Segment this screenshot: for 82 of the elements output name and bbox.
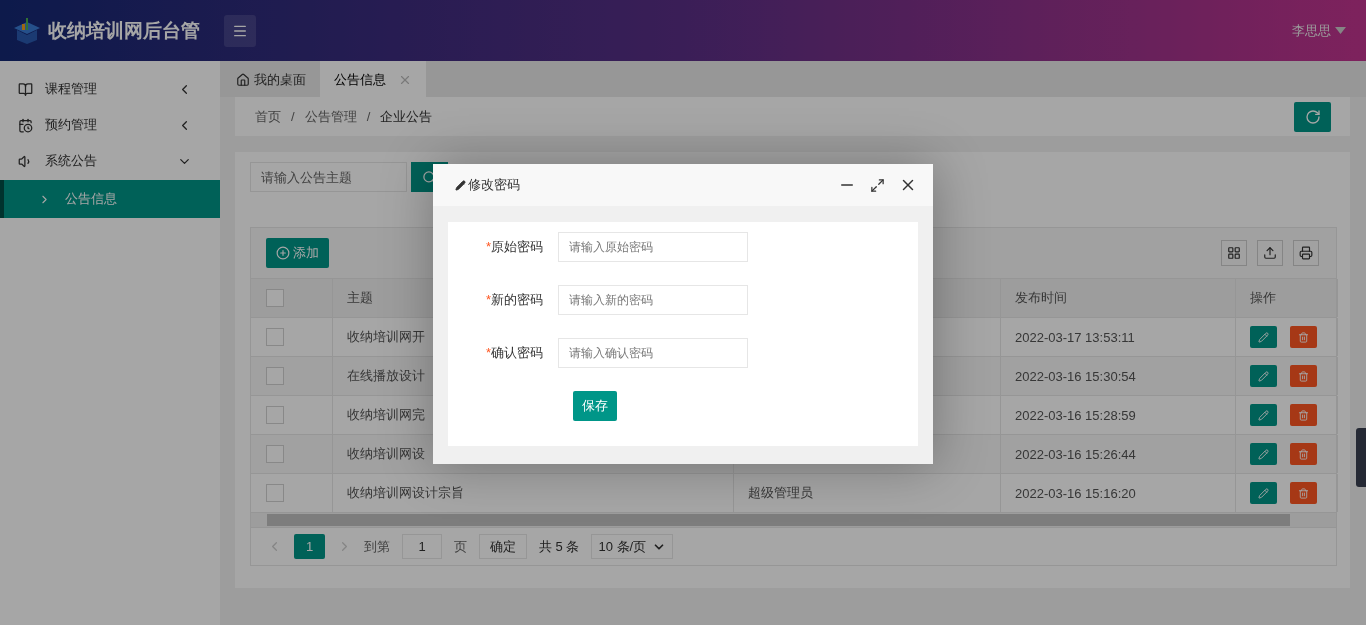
print-button[interactable] xyxy=(1293,240,1319,266)
page-label: 页 xyxy=(454,537,467,556)
total-count: 共 5 条 xyxy=(539,537,580,556)
delete-button[interactable] xyxy=(1290,365,1317,387)
table-cell: 收纳培训网设计宗旨 xyxy=(347,484,464,502)
edit-button[interactable] xyxy=(1250,365,1277,387)
table-cell: 收纳培训网完 xyxy=(347,406,425,424)
page-size-select[interactable]: 10 条/页 xyxy=(591,534,674,559)
table-cell: 2022-03-16 15:26:44 xyxy=(1015,446,1136,462)
pencil-icon xyxy=(1258,487,1269,499)
breadcrumb-link[interactable]: 企业公告 xyxy=(380,107,433,126)
column-header: 操作 xyxy=(1236,279,1338,317)
print-icon xyxy=(1299,246,1313,260)
book-icon xyxy=(18,81,33,97)
dialog-title: 修改密码 xyxy=(468,176,520,194)
refresh-button[interactable] xyxy=(1294,101,1331,132)
sidebar-item[interactable]: 预约管理 xyxy=(0,107,220,143)
table-cell: 2022-03-16 15:30:54 xyxy=(1015,368,1136,384)
goto-label: 到第 xyxy=(364,537,390,556)
maximize-icon[interactable] xyxy=(870,177,885,193)
page-input[interactable]: 1 xyxy=(402,534,442,559)
calendar-icon xyxy=(18,117,33,133)
delete-button[interactable] xyxy=(1290,404,1317,426)
checkbox[interactable] xyxy=(266,367,284,385)
checkbox[interactable] xyxy=(266,445,284,463)
edit-button[interactable] xyxy=(1250,443,1277,465)
table-cell: 2022-03-16 15:28:59 xyxy=(1015,407,1136,423)
table-cell: 2022-03-16 15:16:20 xyxy=(1015,485,1136,501)
horizontal-scrollbar[interactable] xyxy=(251,513,1336,527)
field-label: *新的密码 xyxy=(484,291,544,309)
confirm-button[interactable]: 确定 xyxy=(479,534,527,559)
column-header: 发布时间 xyxy=(1001,279,1236,317)
pencil-icon xyxy=(1258,331,1269,343)
pencil-icon xyxy=(1258,409,1269,421)
save-button[interactable]: 保存 xyxy=(573,391,617,421)
pencil-icon xyxy=(1258,370,1269,382)
table-cell: 收纳培训网开 xyxy=(347,328,425,346)
table-cell: 超级管理员 xyxy=(748,484,813,502)
grid-icon xyxy=(1227,246,1241,260)
breadcrumb-separator: / xyxy=(291,109,295,124)
delete-button[interactable] xyxy=(1290,482,1317,504)
sidebar-item[interactable]: 系统公告 xyxy=(0,143,220,179)
home-icon xyxy=(236,73,250,87)
checkbox[interactable] xyxy=(266,328,284,346)
tab[interactable]: 公告信息 xyxy=(320,61,426,97)
pencil-icon xyxy=(1258,448,1269,460)
breadcrumb-link[interactable]: 公告管理 xyxy=(304,107,357,126)
upload-icon xyxy=(1263,246,1277,260)
password-field[interactable]: 请输入原始密码 xyxy=(558,232,748,262)
trash-icon xyxy=(1298,487,1309,499)
breadcrumb-separator: / xyxy=(366,109,371,124)
export-button[interactable] xyxy=(1257,240,1283,266)
edit-button[interactable] xyxy=(1250,482,1277,504)
refresh-icon xyxy=(1304,108,1321,125)
columns-button[interactable] xyxy=(1221,240,1247,266)
table-cell: 2022-03-17 13:53:11 xyxy=(1015,329,1135,345)
edit-button[interactable] xyxy=(1250,326,1277,348)
trash-icon xyxy=(1298,331,1309,343)
checkbox[interactable] xyxy=(266,406,284,424)
delete-button[interactable] xyxy=(1290,443,1317,465)
delete-button[interactable] xyxy=(1290,326,1317,348)
search-field[interactable]: 请输入公告主题 xyxy=(250,162,407,192)
table-cell: 收纳培训网设 xyxy=(347,445,425,463)
checkbox[interactable] xyxy=(266,484,284,502)
trash-icon xyxy=(1298,448,1309,460)
sidebar-item[interactable]: 课程管理 xyxy=(0,71,220,107)
breadcrumb-link[interactable]: 首页 xyxy=(255,107,281,126)
user-menu[interactable]: 李思思 xyxy=(1292,21,1354,40)
logo-icon xyxy=(12,15,42,46)
field-label: *确认密码 xyxy=(484,344,544,362)
plus-circle-icon xyxy=(276,246,290,260)
app-title: 收纳培训网后台管 xyxy=(48,18,200,43)
table-cell: 在线播放设计 xyxy=(347,367,425,385)
edit-button[interactable] xyxy=(1250,404,1277,426)
checkbox[interactable] xyxy=(266,289,284,307)
pencil-icon xyxy=(455,179,466,191)
caret-icon xyxy=(1335,27,1346,34)
password-field[interactable]: 请输入新的密码 xyxy=(558,285,748,315)
field-label: *原始密码 xyxy=(484,238,544,256)
trash-icon xyxy=(1298,370,1309,382)
password-field[interactable]: 请输入确认密码 xyxy=(558,338,748,368)
trash-icon xyxy=(1298,409,1309,421)
